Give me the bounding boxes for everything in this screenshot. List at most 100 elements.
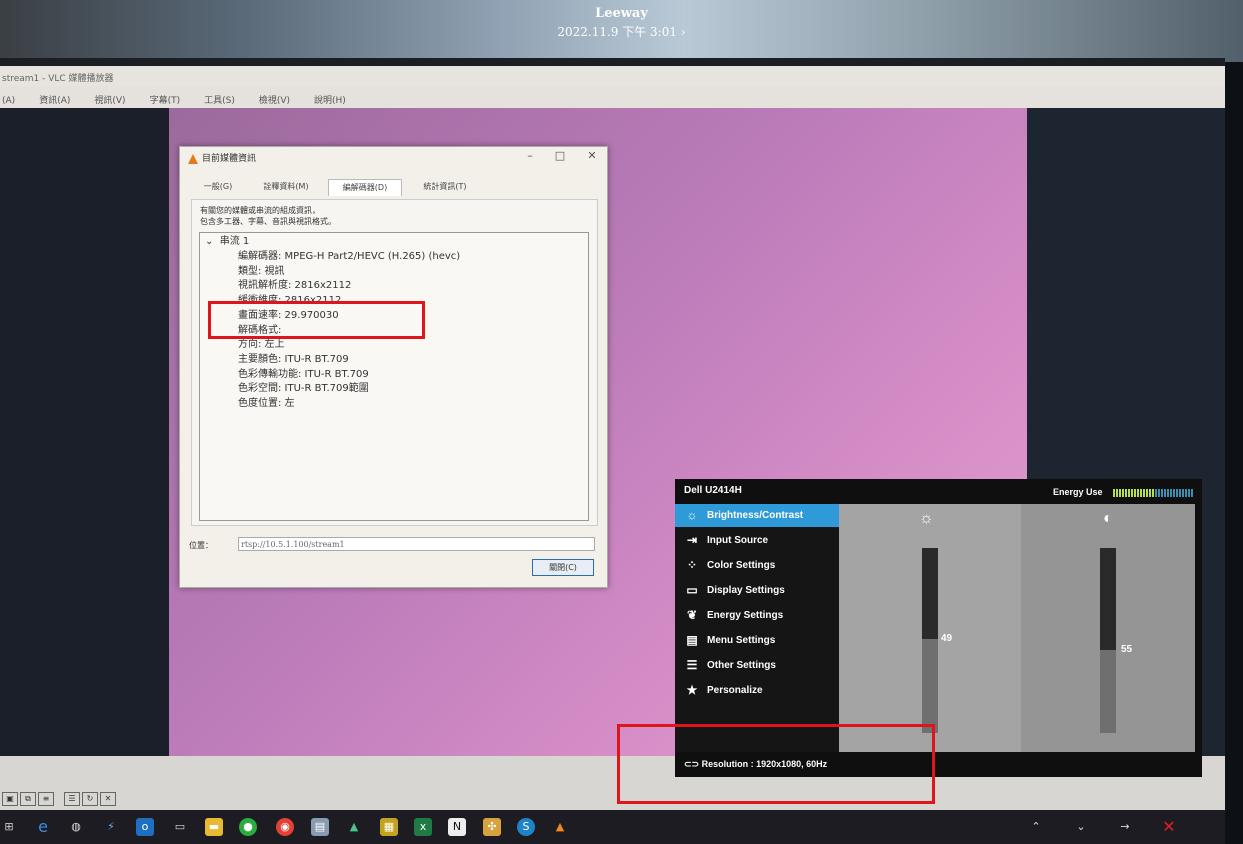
location-field[interactable]: rtsp://10.5.1.100/stream1: [238, 537, 595, 551]
vlc-menu-item[interactable]: 說明(H): [314, 96, 346, 106]
notes-app-icon[interactable]: ▦: [380, 818, 398, 836]
osd-menu-item[interactable]: ▤ Menu Settings: [675, 629, 839, 652]
arrow-right-icon[interactable]: →: [1116, 818, 1134, 836]
vlc-menu-item[interactable]: 檢視(V): [259, 96, 290, 106]
osd-menu-item[interactable]: ❦ Energy Settings: [675, 604, 839, 627]
equalizer-icon[interactable]: ≡: [38, 792, 54, 806]
codec-row: 色彩空間: ITU-R BT.709範圍: [238, 383, 369, 395]
tab-statistics[interactable]: 統計資訊(T): [408, 179, 482, 195]
vlc-menu-item[interactable]: 字幕(T): [150, 96, 181, 106]
energy-use-meter: [1113, 489, 1195, 497]
frame-rate-highlight-box: [208, 301, 425, 339]
contrast-slider[interactable]: [1100, 548, 1116, 733]
energy-segment: [1173, 489, 1175, 497]
codec-tree: ⌄ 串流 1 編解碼器: MPEG-H Part2/HEVC (H.265) (…: [199, 232, 589, 521]
osd-menu-label: Display Settings: [707, 585, 785, 596]
network-icon[interactable]: ⚡: [102, 818, 120, 836]
osd-menu-label: Input Source: [707, 535, 769, 546]
brightness-value: 49: [941, 632, 953, 644]
close-window-button[interactable]: ✕: [582, 149, 602, 165]
vlc-menu-item[interactable]: 視訊(V): [94, 96, 125, 106]
vlc-menu-item[interactable]: 工具(S): [204, 96, 235, 106]
codec-description: 有關您的媒體或串流的組成資訊， 包含多工器、字幕、音訊與視訊格式。: [200, 206, 336, 226]
store-icon[interactable]: ▤: [311, 818, 329, 836]
dialog-titlebar: 目前媒體資訊: [188, 151, 256, 164]
energy-segment: [1188, 489, 1190, 497]
osd-menu-label: Color Settings: [707, 560, 776, 571]
fullscreen-icon[interactable]: ▣: [2, 792, 18, 806]
contrast-value: 55: [1121, 643, 1133, 655]
window-icon[interactable]: ▭: [171, 818, 189, 836]
menu-settings-icon: ▤: [686, 633, 698, 647]
tab-metadata[interactable]: 詮釋資料(M): [250, 179, 322, 195]
contrast-icon: ◐: [1103, 510, 1113, 527]
chrome-icon[interactable]: ◉: [276, 818, 294, 836]
input-source-icon: ⇥: [686, 533, 698, 547]
codec-panel: 有關您的媒體或串流的組成資訊， 包含多工器、字幕、音訊與視訊格式。 ⌄ 串流 1…: [191, 199, 598, 526]
wechat-icon[interactable]: ●: [239, 818, 257, 836]
brightness-slider-fill: [922, 548, 938, 639]
close-x-icon[interactable]: ✕: [1160, 818, 1178, 836]
energy-segment: [1116, 489, 1118, 497]
vlc-window-title: stream1 - VLC 媒體播放器: [2, 74, 114, 84]
codec-row: 主要顏色: ITU-R BT.709: [238, 353, 349, 365]
codec-row: 類型: 視訊: [238, 265, 285, 277]
loop-icon[interactable]: ↻: [82, 792, 98, 806]
puzzle-app-icon[interactable]: ✣: [483, 818, 501, 836]
osd-menu-item[interactable]: ⁘ Color Settings: [675, 554, 839, 577]
osd-menu-label: Brightness/Contrast: [707, 510, 804, 521]
energy-segment: [1152, 489, 1154, 497]
vlc-taskbar-icon[interactable]: ▲: [551, 818, 569, 836]
codec-row: 視訊解析度: 2816x2112: [238, 280, 352, 292]
tab-codec[interactable]: 編解碼器(D): [328, 179, 402, 196]
codec-row: 色度位置: 左: [238, 398, 295, 409]
excel-icon[interactable]: x: [414, 818, 432, 836]
video-letterbox-left: [0, 108, 170, 756]
remote-desktop-icon[interactable]: ◍: [67, 818, 85, 836]
osd-menu-item[interactable]: ☰ Other Settings: [675, 654, 839, 677]
energy-segment: [1131, 489, 1133, 497]
tab-general[interactable]: 一般(G): [194, 179, 242, 195]
energy-segment: [1161, 489, 1163, 497]
energy-segment: [1119, 489, 1121, 497]
energy-segment: [1191, 489, 1193, 497]
energy-segment: [1170, 489, 1172, 497]
photo-header: Leeway 2022.11.9 下午 3:01 ›: [0, 6, 1243, 40]
energy-segment: [1113, 489, 1115, 497]
energy-segment: [1137, 489, 1139, 497]
notion-icon[interactable]: N: [448, 818, 466, 836]
vlc-menu-item[interactable]: 資訊(A): [39, 96, 70, 106]
osd-menu-label: Personalize: [707, 685, 763, 696]
edge-icon[interactable]: e: [34, 818, 52, 836]
codec-row: 編解碼器: MPEG-H Part2/HEVC (H.265) (hevc): [238, 251, 461, 262]
chevron-up-icon[interactable]: ⌃: [1027, 818, 1045, 836]
contrast-slider-fill: [1100, 548, 1116, 650]
mountain-app-icon[interactable]: ▲: [345, 818, 363, 836]
minimize-button[interactable]: –: [520, 149, 540, 165]
osd-menu-item[interactable]: ▭ Display Settings: [675, 579, 839, 602]
energy-segment: [1149, 489, 1151, 497]
stream-node[interactable]: ⌄ 串流 1: [205, 232, 249, 247]
chevron-right-icon[interactable]: ›: [681, 25, 686, 39]
maximize-button[interactable]: □: [550, 149, 570, 165]
close-button[interactable]: 關閉(C): [532, 559, 594, 576]
task-view-icon[interactable]: ⊞: [0, 818, 18, 836]
skype-icon[interactable]: S: [517, 818, 535, 836]
energy-segment: [1134, 489, 1136, 497]
extended-settings-icon[interactable]: ⧉: [20, 792, 36, 806]
contrast-panel: ◐ 55: [1021, 504, 1195, 752]
outlook-icon[interactable]: o: [136, 818, 154, 836]
location-label: 位置：: [189, 541, 213, 550]
file-explorer-icon[interactable]: ▬: [205, 818, 223, 836]
osd-menu-item[interactable]: ★ Personalize: [675, 679, 839, 702]
vlc-menu-item[interactable]: (A): [2, 96, 15, 106]
playlist-icon[interactable]: ☰: [64, 792, 80, 806]
osd-menu-item[interactable]: ⇥ Input Source: [675, 529, 839, 552]
chevron-down-icon[interactable]: ⌄: [205, 236, 213, 247]
shuffle-icon[interactable]: ✕: [100, 792, 116, 806]
brightness-slider[interactable]: [922, 548, 938, 733]
energy-segment: [1158, 489, 1160, 497]
energy-use-label: Energy Use: [1053, 487, 1103, 497]
chevron-down-icon[interactable]: ⌄: [1072, 818, 1090, 836]
osd-menu-item[interactable]: ☼ Brightness/Contrast: [675, 504, 839, 527]
